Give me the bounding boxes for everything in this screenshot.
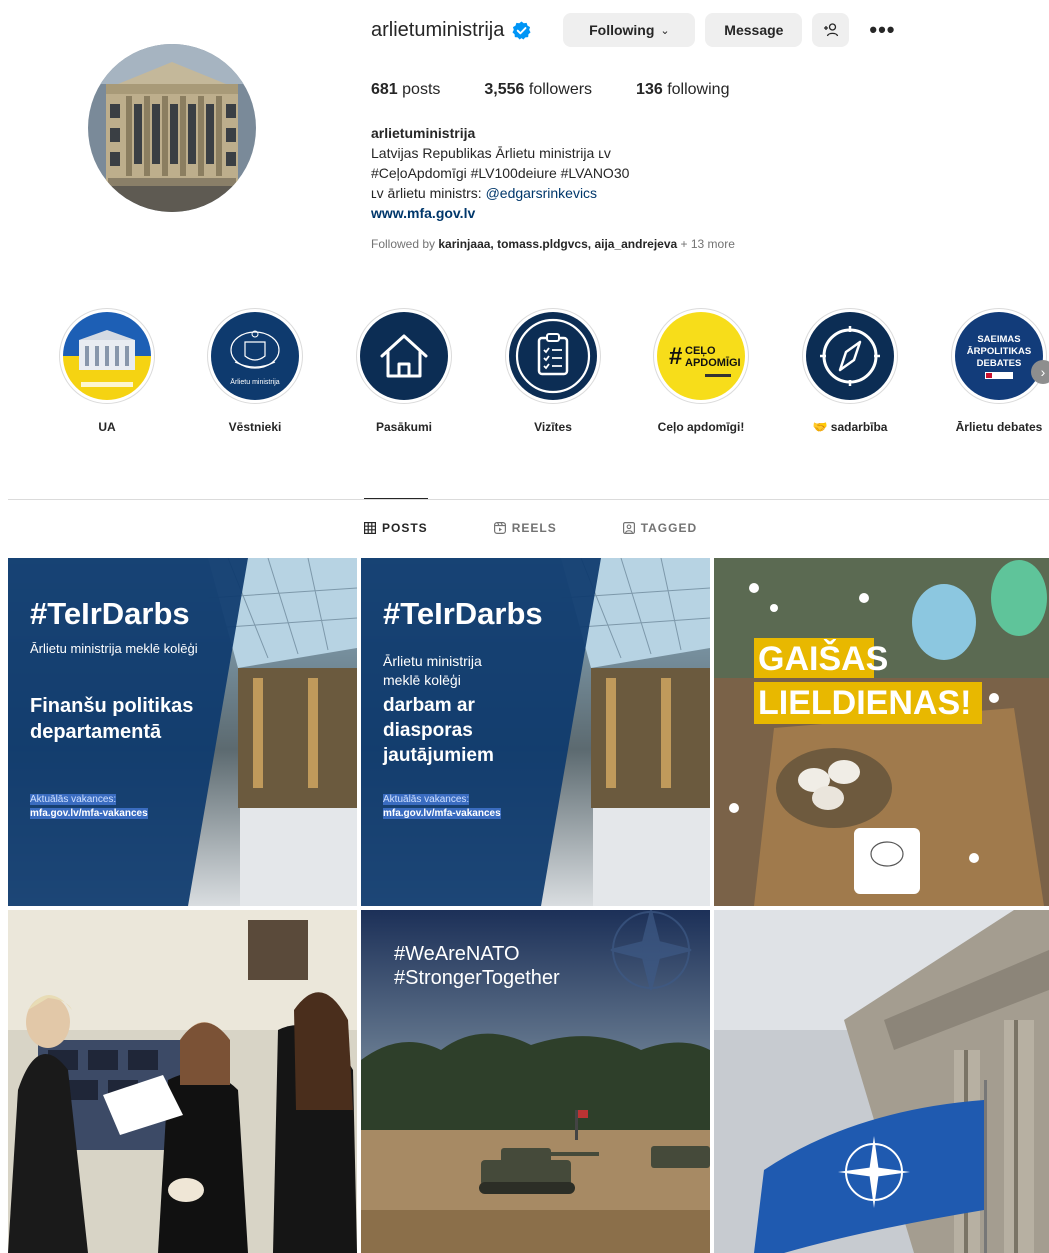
svg-text:SAEIMAS: SAEIMAS [977, 334, 1020, 345]
posts-grid: #TeIrDarbs Ārlietu ministrija meklē kolē… [8, 558, 1049, 1253]
followers-stat[interactable]: 3,556 followers [484, 81, 592, 99]
highlight-celo-apdomigi[interactable]: # CEĻO APDOMĪGI Ceļo apdomīgi! [626, 308, 776, 434]
grid-icon [364, 522, 376, 534]
profile-stats: 681 posts 3,556 followers 136 following [371, 81, 1041, 99]
highlight-label: Ārlietu debates [955, 420, 1043, 434]
following-button-label: Following [589, 22, 655, 38]
highlight-label: 🤝 sadarbība [812, 420, 888, 434]
highlight-label: Vizītes [534, 420, 572, 434]
highlight-label: Pasākumi [375, 420, 433, 434]
highlights-next-arrow-icon[interactable]: › [1031, 360, 1049, 384]
tab-posts[interactable]: POSTS [364, 498, 428, 557]
profile-bio: arlietuministrija Latvijas Republikas Ār… [371, 123, 1041, 223]
svg-text:APDOMĪGI: APDOMĪGI [685, 357, 741, 369]
highlight-vestnieki[interactable]: Ārlietu ministrija Vēstnieki [180, 308, 330, 434]
profile-avatar[interactable] [88, 44, 256, 212]
more-options-icon[interactable]: ••• [869, 19, 895, 41]
highlight-label: Vēstnieki [228, 420, 282, 434]
reels-icon [493, 522, 506, 534]
highlight-sadarbiba[interactable]: 🤝 sadarbība [775, 308, 925, 434]
post-tile[interactable] [714, 910, 1049, 1253]
bio-line-1: Latvijas Republikas Ārlietu ministrija ʟ… [371, 145, 611, 161]
following-stat[interactable]: 136 following [636, 81, 729, 99]
clipboard-icon [509, 312, 597, 400]
coat-of-arms-icon [383, 846, 710, 906]
easter-photo [714, 558, 1049, 906]
message-button[interactable]: Message [705, 13, 803, 47]
svg-text:Ārlietu ministrija: Ārlietu ministrija [230, 378, 280, 386]
bio-website-link[interactable]: www.mfa.gov.lv [371, 203, 1041, 223]
highlight-pasakumi[interactable]: Pasākumi [329, 308, 479, 434]
post-tile[interactable] [8, 910, 357, 1253]
coat-of-arms-icon: Ārlietu ministrija [211, 312, 299, 400]
bio-name: arlietuministrija [371, 125, 476, 141]
profile-action-row: arlietuministrija Following ⌄ Message ••… [371, 12, 1041, 48]
svg-text:CEĻO: CEĻO [685, 345, 716, 357]
coat-of-arms-icon [30, 846, 357, 906]
tab-reels[interactable]: REELS [493, 499, 557, 557]
chevron-down-icon: ⌄ [660, 24, 670, 37]
suggested-users-button[interactable] [812, 13, 850, 47]
house-icon [360, 312, 448, 400]
story-highlights: UA Ārlietu ministrija Vēstnieki Pasākumi [0, 308, 1049, 438]
svg-text:DEBATES: DEBATES [977, 358, 1022, 369]
highlight-vizites[interactable]: Vizītes [478, 308, 628, 434]
saeimas-debates-icon: SAEIMAS ĀRPOLITIKAS DEBATES [955, 312, 1043, 400]
profile-username: arlietuministrija [371, 18, 505, 41]
post-tile[interactable]: #WeAreNATO #StrongerTogether [361, 910, 710, 1253]
followed-by[interactable]: Followed by karinjaaa, tomass.pldgvcs, a… [371, 237, 1041, 251]
tagged-icon [622, 522, 635, 534]
highlight-label: UA [98, 420, 116, 434]
svg-text:ĀRPOLITIKAS: ĀRPOLITIKAS [967, 346, 1031, 357]
compass-icon [806, 312, 894, 400]
celo-apdomigi-icon: # CEĻO APDOMĪGI [657, 312, 745, 400]
post-tile[interactable]: #TeIrDarbs Ārlietu ministrija meklē kolē… [361, 558, 710, 906]
ukraine-building-icon [63, 312, 151, 400]
bio-line-2: #CeļoApdomīgi #LV100deiure #LVANO30 [371, 165, 630, 181]
posts-stat: 681 posts [371, 81, 441, 98]
add-user-icon [823, 23, 839, 37]
highlight-label: Ceļo apdomīgi! [657, 420, 745, 434]
post-tile[interactable]: #TeIrDarbs Ārlietu ministrija meklē kolē… [8, 558, 357, 906]
bio-mention-link[interactable]: @edgarsrinkevics [486, 185, 597, 201]
verified-badge-icon [512, 20, 531, 40]
profile-tabs: POSTS REELS TAGGED [364, 498, 763, 557]
following-button[interactable]: Following ⌄ [563, 13, 696, 47]
profile-header: arlietuministrija Following ⌄ Message ••… [371, 12, 1041, 251]
bio-line-3: ʟᴠ ārlietu ministrs: @edgarsrinkevics [371, 185, 598, 201]
highlight-ua[interactable]: UA [32, 308, 182, 434]
tab-tagged[interactable]: TAGGED [622, 499, 697, 557]
ministry-building-image [88, 44, 256, 212]
svg-text:#: # [669, 343, 682, 370]
meeting-photo [8, 910, 357, 1253]
nato-flag-photo [714, 910, 1049, 1253]
post-tile[interactable]: GAIŠAS LIELDIENAS! [714, 558, 1049, 906]
